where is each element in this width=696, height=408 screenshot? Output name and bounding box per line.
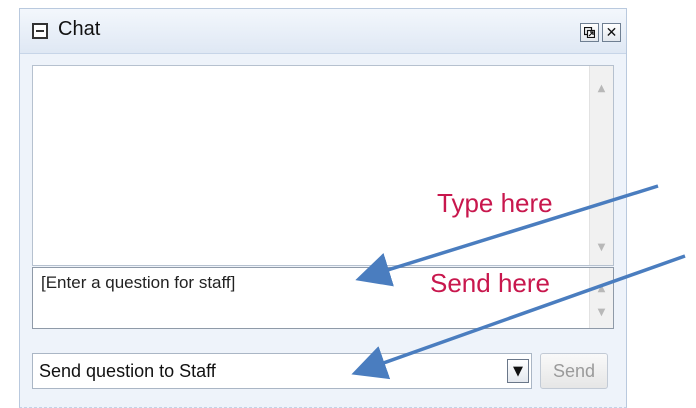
arrow-to-question-input [355,184,659,287]
annotation-arrows [351,184,686,380]
arrow-to-recipient-select [351,254,686,380]
